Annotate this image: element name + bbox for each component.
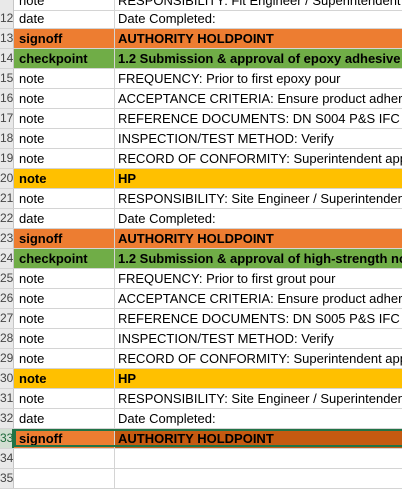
- cell-description[interactable]: [115, 469, 402, 488]
- cell-type[interactable]: note: [14, 269, 115, 288]
- cell-description[interactable]: AUTHORITY HOLDPOINT: [115, 29, 402, 48]
- cell-description[interactable]: INSPECTION/TEST METHOD: Verify: [115, 329, 402, 348]
- row-header[interactable]: 25: [0, 269, 14, 288]
- cell-description[interactable]: HP: [115, 369, 402, 388]
- row-header[interactable]: 19: [0, 149, 14, 168]
- cell-type[interactable]: note: [14, 89, 115, 108]
- table-row[interactable]: 17 note REFERENCE DOCUMENTS: DN S004 P&S…: [0, 109, 402, 129]
- cell-type[interactable]: signoff: [14, 429, 115, 448]
- cell-type[interactable]: date: [14, 209, 115, 228]
- spreadsheet-grid: note RESPONSIBILITY: Fit Engineer / Supe…: [0, 0, 402, 489]
- cell-type[interactable]: note: [14, 69, 115, 88]
- cell-type[interactable]: checkpoint: [14, 49, 115, 68]
- cell-type[interactable]: note: [14, 129, 115, 148]
- row-header[interactable]: 26: [0, 289, 14, 308]
- table-row[interactable]: 32 date Date Completed:: [0, 409, 402, 429]
- cell-type[interactable]: note: [14, 169, 115, 188]
- cell-type[interactable]: signoff: [14, 229, 115, 248]
- cell-type[interactable]: checkpoint: [14, 249, 115, 268]
- cell-description[interactable]: Date Completed:: [115, 9, 402, 28]
- row-header[interactable]: 28: [0, 329, 14, 348]
- row-header[interactable]: 17: [0, 109, 14, 128]
- cell-type[interactable]: note: [14, 349, 115, 368]
- row-header[interactable]: 24: [0, 249, 14, 268]
- row-header[interactable]: 31: [0, 389, 14, 408]
- cell-description[interactable]: RECORD OF CONFORMITY: Superintendent app…: [115, 349, 402, 368]
- row-header[interactable]: 12: [0, 9, 14, 28]
- row-header[interactable]: 29: [0, 349, 14, 368]
- table-row[interactable]: 14 checkpoint 1.2 Submission & approval …: [0, 49, 402, 69]
- cell-type[interactable]: note: [14, 329, 115, 348]
- row-header[interactable]: 30: [0, 369, 14, 388]
- cell-description[interactable]: 1.2 Submission & approval of epoxy adhes…: [115, 49, 402, 68]
- cell-type[interactable]: note: [14, 309, 115, 328]
- row-header[interactable]: 23: [0, 229, 14, 248]
- cell-type[interactable]: note: [14, 389, 115, 408]
- table-row[interactable]: 28 note INSPECTION/TEST METHOD: Verify: [0, 329, 402, 349]
- cell-description[interactable]: 1.2 Submission & approval of high-streng…: [115, 249, 402, 268]
- table-row[interactable]: 20 note HP: [0, 169, 402, 189]
- row-header[interactable]: 15: [0, 69, 14, 88]
- table-row[interactable]: 26 note ACCEPTANCE CRITERIA: Ensure prod…: [0, 289, 402, 309]
- table-row[interactable]: 25 note FREQUENCY: Prior to first grout …: [0, 269, 402, 289]
- row-header[interactable]: 27: [0, 309, 14, 328]
- table-row[interactable]: 35: [0, 469, 402, 489]
- row-header[interactable]: 21: [0, 189, 14, 208]
- row-header[interactable]: 32: [0, 409, 14, 428]
- row-header[interactable]: 33: [0, 429, 14, 448]
- cell-description[interactable]: FREQUENCY: Prior to first grout pour: [115, 269, 402, 288]
- table-row-selected[interactable]: 33 signoff AUTHORITY HOLDPOINT: [0, 429, 402, 449]
- cell-description[interactable]: AUTHORITY HOLDPOINT: [115, 229, 402, 248]
- cell-type[interactable]: note: [14, 289, 115, 308]
- table-row[interactable]: 12 date Date Completed:: [0, 9, 402, 29]
- cell-type[interactable]: note: [14, 369, 115, 388]
- cell-description[interactable]: AUTHORITY HOLDPOINT: [115, 429, 402, 448]
- table-row[interactable]: 30 note HP: [0, 369, 402, 389]
- table-row[interactable]: 22 date Date Completed:: [0, 209, 402, 229]
- row-header[interactable]: 13: [0, 29, 14, 48]
- cell-description[interactable]: Date Completed:: [115, 209, 402, 228]
- cell-type[interactable]: [14, 469, 115, 488]
- cell-description[interactable]: HP: [115, 169, 402, 188]
- table-row[interactable]: 27 note REFERENCE DOCUMENTS: DN S005 P&S…: [0, 309, 402, 329]
- cell-description[interactable]: REFERENCE DOCUMENTS: DN S005 P&S IFC: [115, 309, 402, 328]
- cell-description[interactable]: RESPONSIBILITY: Site Engineer / Superint…: [115, 189, 402, 208]
- cell-description[interactable]: Date Completed:: [115, 409, 402, 428]
- table-row[interactable]: 29 note RECORD OF CONFORMITY: Superinten…: [0, 349, 402, 369]
- cell-type[interactable]: date: [14, 9, 115, 28]
- table-row[interactable]: 16 note ACCEPTANCE CRITERIA: Ensure prod…: [0, 89, 402, 109]
- cell-description[interactable]: RESPONSIBILITY: Site Engineer / Superint…: [115, 389, 402, 408]
- cell-description[interactable]: REFERENCE DOCUMENTS: DN S004 P&S IFC: [115, 109, 402, 128]
- row-header[interactable]: 18: [0, 129, 14, 148]
- table-row[interactable]: 13 signoff AUTHORITY HOLDPOINT: [0, 29, 402, 49]
- cell-type[interactable]: [14, 449, 115, 468]
- cell-type[interactable]: note: [14, 109, 115, 128]
- table-row[interactable]: 31 note RESPONSIBILITY: Site Engineer / …: [0, 389, 402, 409]
- cell-description[interactable]: ACCEPTANCE CRITERIA: Ensure product adhe…: [115, 89, 402, 108]
- table-row[interactable]: 34: [0, 449, 402, 469]
- cell-description[interactable]: INSPECTION/TEST METHOD: Verify: [115, 129, 402, 148]
- cell-description[interactable]: FREQUENCY: Prior to first epoxy pour: [115, 69, 402, 88]
- cell-type[interactable]: signoff: [14, 29, 115, 48]
- cell-type[interactable]: note: [14, 149, 115, 168]
- cell-description[interactable]: RECORD OF CONFORMITY: Superintendent app…: [115, 149, 402, 168]
- table-row[interactable]: 15 note FREQUENCY: Prior to first epoxy …: [0, 69, 402, 89]
- table-row[interactable]: 23 signoff AUTHORITY HOLDPOINT: [0, 229, 402, 249]
- row-header[interactable]: 35: [0, 469, 14, 488]
- row-header[interactable]: 22: [0, 209, 14, 228]
- row-header[interactable]: 34: [0, 449, 14, 468]
- cell-type[interactable]: note: [14, 189, 115, 208]
- table-row[interactable]: 24 checkpoint 1.2 Submission & approval …: [0, 249, 402, 269]
- cell-description[interactable]: ACCEPTANCE CRITERIA: Ensure product adhe…: [115, 289, 402, 308]
- row-header[interactable]: 16: [0, 89, 14, 108]
- cell-type[interactable]: date: [14, 409, 115, 428]
- table-row[interactable]: 18 note INSPECTION/TEST METHOD: Verify: [0, 129, 402, 149]
- cell-description[interactable]: [115, 449, 402, 468]
- table-row[interactable]: 21 note RESPONSIBILITY: Site Engineer / …: [0, 189, 402, 209]
- row-header[interactable]: 20: [0, 169, 14, 188]
- row-header[interactable]: 14: [0, 49, 14, 68]
- table-row[interactable]: 19 note RECORD OF CONFORMITY: Superinten…: [0, 149, 402, 169]
